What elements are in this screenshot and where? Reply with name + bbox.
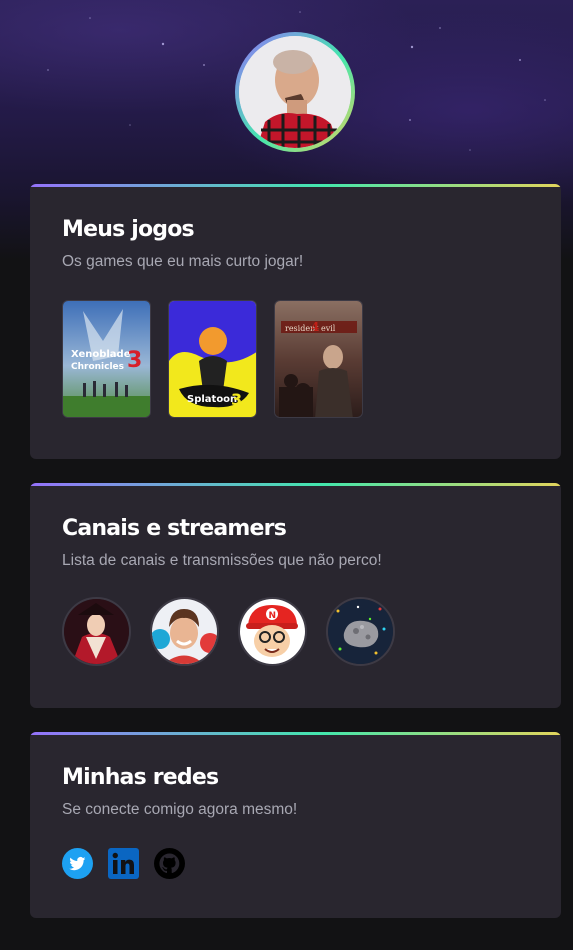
socials-card-subtitle: Se conecte comigo agora mesmo! xyxy=(62,801,298,818)
channel-avatar-3[interactable]: N xyxy=(238,597,307,666)
channels-card: Canais e streamers Lista de canais e tra… xyxy=(30,483,561,708)
games-card: Meus jogos Os games que eu mais curto jo… xyxy=(30,184,561,459)
twitter-icon[interactable] xyxy=(62,848,93,879)
resident-evil-4-cover[interactable]: resident evil 4 xyxy=(274,300,363,418)
svg-text:Chronicles: Chronicles xyxy=(71,362,124,372)
svg-text:3: 3 xyxy=(127,348,142,373)
splatoon-3-cover[interactable]: Splatoon 3 xyxy=(168,300,257,418)
svg-text:Xenoblade: Xenoblade xyxy=(71,349,131,360)
github-icon[interactable] xyxy=(154,848,185,879)
socials-card: Minhas redes Se conecte comigo agora mes… xyxy=(30,732,561,918)
channels-list: N xyxy=(62,597,395,666)
socials-card-title: Minhas redes xyxy=(62,765,219,790)
profile-avatar xyxy=(235,32,355,152)
svg-text:3: 3 xyxy=(231,390,242,409)
svg-text:N: N xyxy=(269,611,277,621)
channel-avatar-1[interactable] xyxy=(62,597,131,666)
channels-card-subtitle: Lista de canais e transmissões que não p… xyxy=(62,552,382,569)
linkedin-icon[interactable] xyxy=(108,848,139,879)
svg-text:Splatoon: Splatoon xyxy=(187,394,237,405)
games-card-subtitle: Os games que eu mais curto jogar! xyxy=(62,253,304,270)
svg-text:4: 4 xyxy=(311,320,319,334)
games-card-title: Meus jogos xyxy=(62,217,195,242)
socials-list xyxy=(62,848,185,879)
games-list: Xenoblade Chronicles 3 Splatoon 3 reside… xyxy=(62,300,363,418)
profile-photo xyxy=(239,36,351,148)
channels-card-title: Canais e streamers xyxy=(62,516,287,541)
channel-avatar-2[interactable] xyxy=(150,597,219,666)
xenoblade-chronicles-3-cover[interactable]: Xenoblade Chronicles 3 xyxy=(62,300,151,418)
channel-avatar-4[interactable] xyxy=(326,597,395,666)
